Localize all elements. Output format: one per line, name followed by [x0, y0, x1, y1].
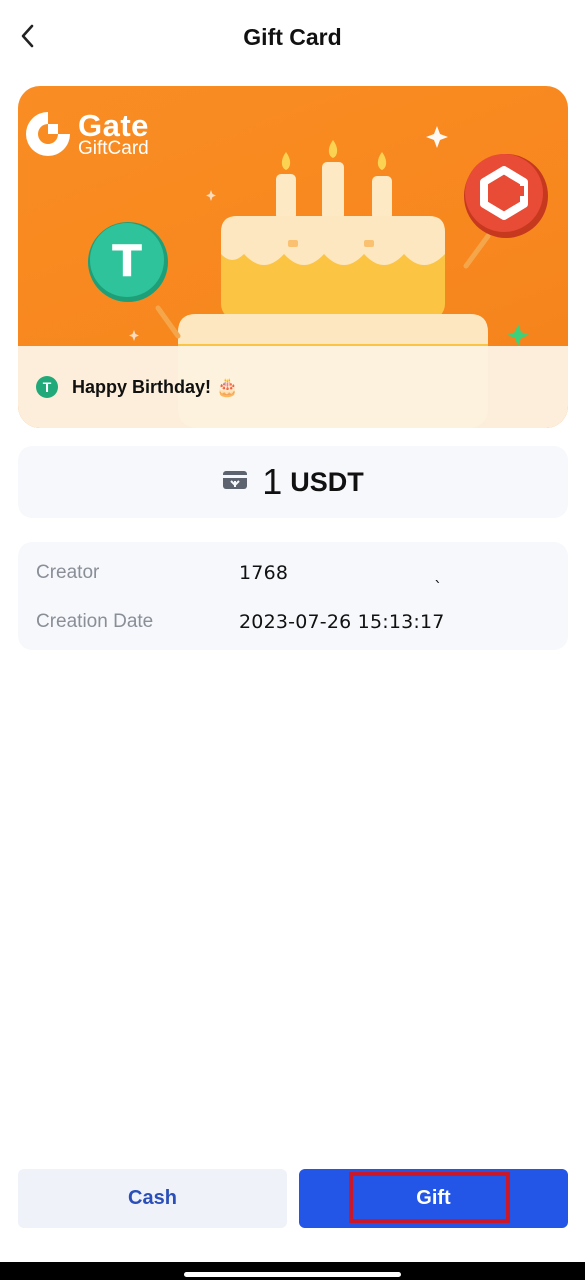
page-title: Gift Card	[243, 24, 342, 50]
creation-date-row: Creation Date 2023-07-26 15:13:17	[36, 608, 550, 636]
amount-value: 1	[262, 461, 283, 502]
gift-card-banner: T Gate GiftCard T Happy Birthday! 🎂	[18, 86, 568, 428]
gate-giftcard-logo: Gate GiftCard	[22, 108, 172, 160]
gift-button[interactable]: Gift	[299, 1169, 568, 1228]
greeting-bar: T Happy Birthday! 🎂	[18, 346, 568, 428]
app-header: Gift Card	[0, 0, 585, 80]
greeting-text: Happy Birthday! 🎂	[72, 377, 239, 397]
amount-currency: USDT	[290, 466, 364, 497]
creator-trailing: ˎ	[434, 563, 443, 583]
system-bottom-bar	[0, 1262, 585, 1280]
creator-row: Creator 1768 ˎ	[36, 559, 550, 587]
usdt-icon: T	[36, 376, 58, 398]
cash-button[interactable]: Cash	[18, 1169, 287, 1228]
gate-logo-icon	[26, 112, 70, 156]
cake-emoji-icon: 🎂	[216, 377, 239, 397]
creator-label: Creator	[36, 562, 100, 583]
creation-date-value: 2023-07-26 15:13:17	[239, 611, 445, 633]
creator-value: 1768	[239, 562, 289, 584]
creation-date-label: Creation Date	[36, 611, 154, 632]
gift-card-icon	[222, 469, 248, 496]
brand-subtitle: GiftCard	[78, 138, 149, 159]
home-indicator[interactable]	[184, 1272, 401, 1277]
svg-text:T: T	[112, 236, 142, 287]
gift-card-info: Creator 1768 ˎ Creation Date 2023-07-26 …	[18, 542, 568, 650]
amount-panel: 1 USDT	[18, 446, 568, 518]
gift-button-label: Gift	[416, 1187, 451, 1209]
